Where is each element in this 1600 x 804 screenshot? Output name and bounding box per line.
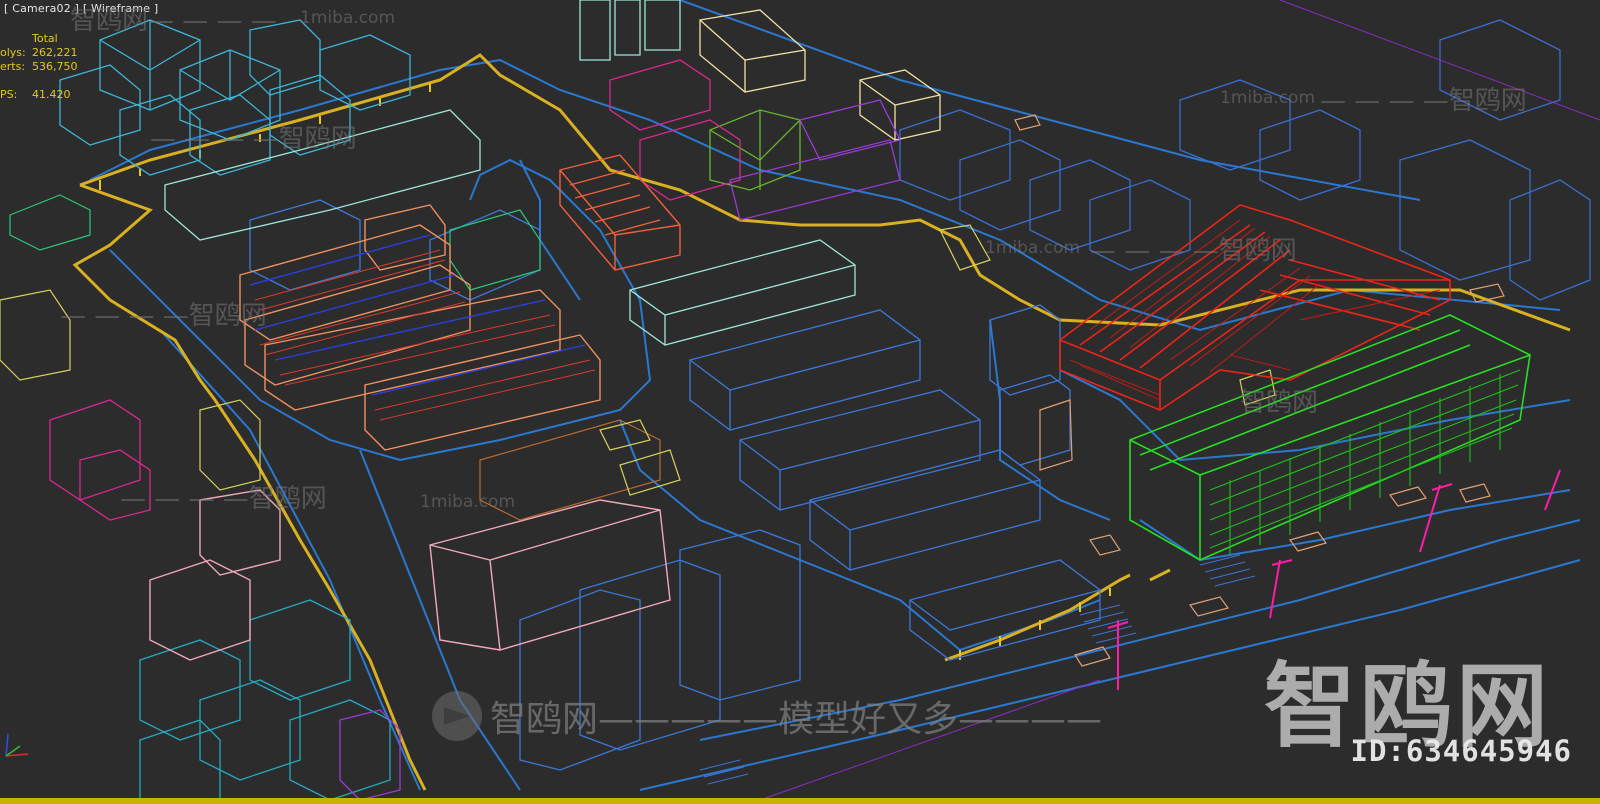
light-buildings bbox=[164, 0, 856, 346]
watermark-url: 1miba.com bbox=[1220, 88, 1316, 108]
watermark-bottom-text: 智鸥网—————模型好又多———— bbox=[490, 699, 1103, 740]
green-small-boxes bbox=[9, 194, 541, 291]
watermark-brand: 智鸥网— — — — bbox=[70, 6, 277, 36]
stats-row-verts: erts: 536,750 bbox=[0, 60, 92, 74]
watermark-logo-icon bbox=[432, 691, 482, 741]
statistics-overlay: Total olys: 262,221 erts: 536,750 PS: 41… bbox=[0, 32, 92, 102]
axis-gizmo-icon bbox=[5, 733, 29, 757]
stats-key: erts: bbox=[0, 60, 26, 73]
stats-row-fps: PS: 41.420 bbox=[0, 88, 92, 102]
wireframe-viewport[interactable]: [ Camera02 ] [ Wireframe ] Total olys: 2… bbox=[0, 0, 1600, 804]
watermark-brand: — — — —智鸥网 bbox=[150, 124, 357, 154]
stats-value: 536,750 bbox=[32, 60, 78, 73]
stats-value: 262,221 bbox=[32, 46, 78, 59]
timeline-bar[interactable] bbox=[0, 798, 1600, 804]
stats-value: 41.420 bbox=[32, 88, 71, 101]
watermark-url: 1miba.com bbox=[300, 8, 396, 28]
stats-key: olys: bbox=[0, 46, 26, 59]
watermark-brand: — — — —智鸥网 bbox=[1320, 86, 1527, 116]
orange-buildings-detail bbox=[254, 249, 596, 421]
watermark-brand: 智鸥网 bbox=[1240, 388, 1319, 418]
watermark-brand: — — — —智鸥网 bbox=[120, 484, 327, 514]
watermark-brand: — — — —智鸥网 bbox=[1090, 236, 1297, 266]
watermark-brand: — — — —智鸥网 bbox=[60, 301, 267, 331]
fence-posts bbox=[99, 84, 1111, 660]
stats-row-polys: olys: 262,221 bbox=[0, 46, 92, 60]
watermark-url: 1miba.com bbox=[420, 492, 516, 512]
green-box bbox=[709, 109, 801, 191]
stats-key: PS: bbox=[0, 88, 18, 101]
pale-boxes bbox=[699, 9, 941, 141]
watermark-url: 1miba.com bbox=[985, 238, 1081, 258]
watermark-bottom: 智鸥网—————模型好又多———— bbox=[432, 690, 1102, 742]
stairs bbox=[699, 554, 1256, 785]
central-buildings bbox=[249, 199, 1101, 771]
watermark-id: ID:634645946 bbox=[1350, 734, 1572, 768]
